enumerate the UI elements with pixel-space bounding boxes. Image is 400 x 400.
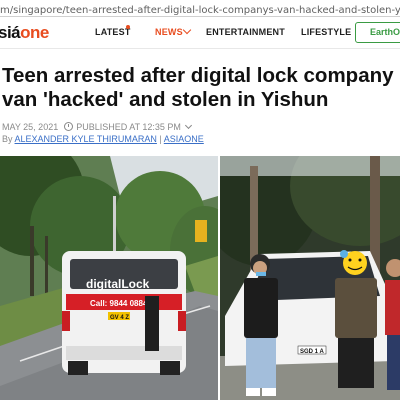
source-link[interactable]: ASIAONE: [164, 134, 204, 144]
article-date: MAY 25, 2021: [2, 122, 59, 132]
url-text: m/singapore/teen-arrested-after-digital-…: [0, 5, 400, 16]
byline: By ALEXANDER KYLE THIRUMARAN | ASIAONE: [2, 134, 204, 144]
nav-entertainment[interactable]: ENTERTAINMENT: [206, 27, 285, 37]
address-bar[interactable]: m/singapore/teen-arrested-after-digital-…: [0, 0, 400, 17]
article-title-line-1: Teen arrested after digital lock company: [2, 64, 394, 87]
van-brand-text: digitalLock: [86, 277, 150, 291]
byline-separator: |: [159, 134, 162, 144]
arrest-photo: SGD 1 A: [220, 156, 400, 400]
published-time: PUBLISHED AT 12:35 PM: [76, 122, 181, 132]
car-plate-text: SGD 1 A: [300, 349, 324, 355]
van-phone-text: Call: 9844 0884: [90, 299, 148, 308]
chevron-down-icon[interactable]: [182, 25, 192, 35]
clock-icon: [64, 122, 74, 131]
nav-lifestyle[interactable]: LIFESTYLE: [301, 27, 351, 37]
chevron-down-icon[interactable]: [184, 121, 192, 130]
van-plate-text: GV 4 Z: [110, 315, 129, 321]
byline-prefix: By: [2, 134, 13, 144]
nav-latest[interactable]: LATEST: [95, 27, 131, 37]
article-meta: MAY 25, 2021 PUBLISHED AT 12:35 PM: [2, 121, 192, 132]
nav-news[interactable]: NEWS: [155, 27, 183, 37]
site-navbar: siáone LATEST NEWS ENTERTAINMENT LIFESTY…: [0, 17, 400, 49]
article-title-line-2: van 'hacked' and stolen in Yishun: [2, 88, 329, 111]
earthone-button[interactable]: EarthO: [355, 22, 400, 43]
author-link[interactable]: ALEXANDER KYLE THIRUMARAN: [15, 134, 157, 144]
asiaone-logo[interactable]: siáone: [0, 23, 49, 43]
article-title: Teen arrested after digital lock company…: [2, 64, 400, 112]
van-photo: digitalLock Call: 9844 0884 GV 4 Z: [0, 156, 218, 400]
new-indicator-dot: [126, 25, 130, 29]
